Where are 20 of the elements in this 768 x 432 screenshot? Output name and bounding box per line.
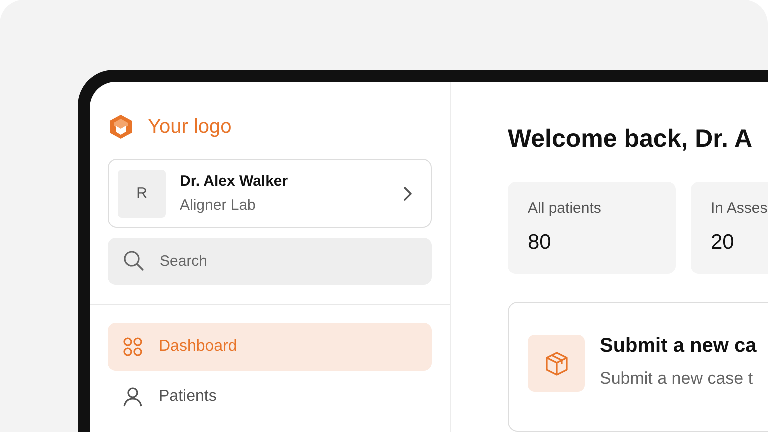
action-description: Submit a new case t (600, 369, 754, 389)
user-icon (123, 387, 143, 407)
welcome-heading: Welcome back, Dr. A (508, 124, 754, 155)
stat-label: All patients (528, 200, 602, 217)
logo-icon (108, 114, 134, 140)
logo-text: Your logo (148, 116, 232, 138)
grid-icon (123, 337, 143, 357)
stat-value: 80 (528, 231, 552, 255)
chevron-right-icon (403, 186, 413, 200)
nav-item[interactable]: Patients (108, 373, 432, 421)
action-card[interactable]: Submit a new ca Submit a new case t (508, 302, 768, 432)
stat-value: 20 (711, 231, 736, 255)
search-field[interactable]: Search (108, 238, 432, 285)
avatar: R (118, 170, 166, 218)
profile-card[interactable]: R Dr. Alex Walker Aligner Lab (108, 159, 432, 228)
profile-name: Dr. Alex Walker (180, 173, 290, 190)
action-title: Submit a new ca (600, 335, 757, 358)
package-icon (528, 335, 585, 392)
stat-label: In Asses (711, 200, 768, 217)
profile-organization: Aligner Lab (180, 197, 257, 214)
